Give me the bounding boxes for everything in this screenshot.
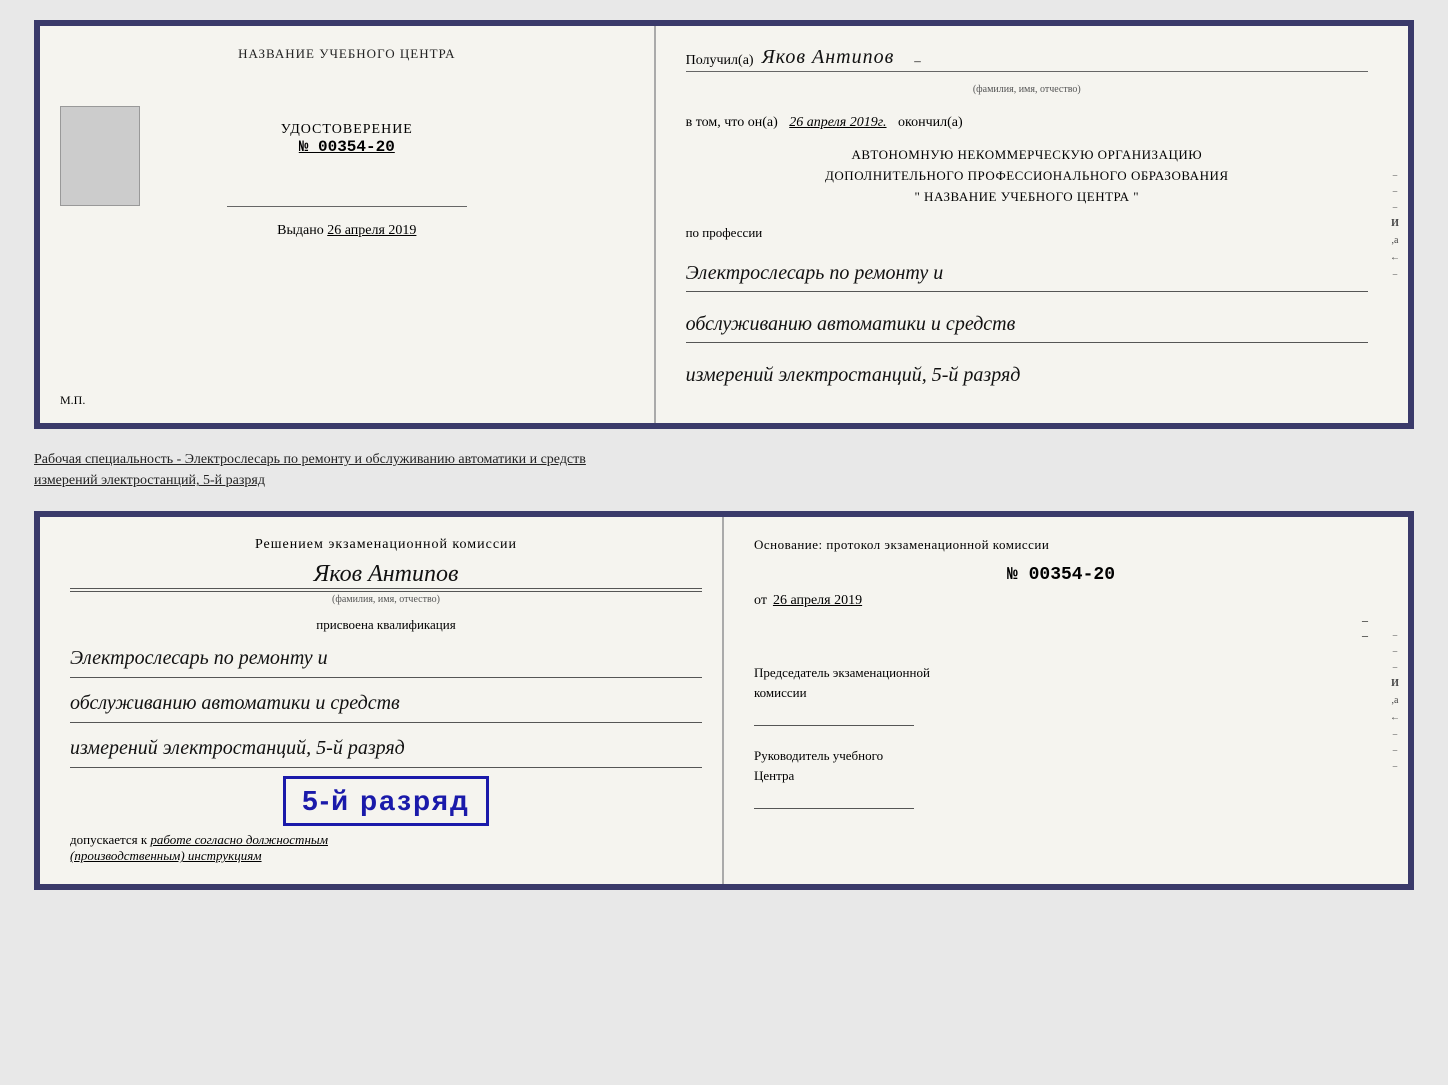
received-row: Получил(а) Яков Антипов –	[686, 46, 1368, 72]
allowed-value: работе согласно должностным	[150, 832, 328, 847]
side-dash4: –	[1393, 269, 1398, 279]
rank-badge: 5-й разряд	[283, 776, 489, 826]
bottom-side-dash3: –	[1393, 662, 1398, 672]
bottom-side-dash6: –	[1393, 761, 1398, 771]
chairman-title: Председатель экзаменационной комиссии	[754, 663, 1368, 702]
right-side-deco-bottom: – – – И ,а ← – – –	[1384, 517, 1406, 884]
bottom-side-dash2: –	[1393, 646, 1398, 656]
middle-label: Рабочая специальность - Электрослесарь п…	[34, 445, 1414, 495]
mp-label: М.П.	[60, 393, 85, 408]
bottom-right-panel: Основание: протокол экзаменационной коми…	[724, 517, 1408, 884]
bottom-side-letter-a: ,а	[1392, 695, 1399, 706]
chairman-signature-line	[754, 706, 914, 726]
cert-text-row: в том, что он(а) 26 апреля 2019г. окончи…	[686, 115, 1368, 131]
bottom-side-dash4: –	[1393, 729, 1398, 739]
bottom-side-arrow: ←	[1390, 712, 1400, 723]
qual-line2: обслуживанию автоматики и средств	[70, 684, 702, 723]
cert-text: в том, что он(а)	[686, 115, 778, 130]
issued-date: Выдано 26 апреля 2019	[277, 223, 416, 239]
allowed-row: допускается к работе согласно должностны…	[70, 832, 702, 848]
basis-section: Основание: протокол экзаменационной коми…	[754, 537, 1368, 553]
right-dash2: –	[754, 628, 1368, 643]
right-dash1: –	[754, 613, 1368, 628]
top-left-title: НАЗВАНИЕ УЧЕБНОГО ЦЕНТРА	[238, 46, 455, 62]
cert-number: № 00354-20	[281, 138, 413, 156]
org-block: АВТОНОМНУЮ НЕКОММЕРЧЕСКУЮ ОРГАНИЗАЦИЮ ДО…	[686, 145, 1368, 207]
bottom-side-letter-i: И	[1391, 678, 1399, 689]
side-letter-i: И	[1391, 218, 1399, 229]
right-side-deco: – – – И ,а ← –	[1384, 26, 1406, 423]
profession-line1: Электрослесарь по ремонту и	[686, 255, 1368, 292]
photo-placeholder	[60, 106, 140, 206]
protocol-date-row: от 26 апреля 2019	[754, 593, 1368, 609]
finished-label: окончил(а)	[898, 115, 963, 130]
issued-date-value: 26 апреля 2019	[327, 223, 416, 238]
allowed-prefix: допускается к	[70, 832, 147, 847]
protocol-date-value: 26 апреля 2019	[773, 593, 862, 609]
bottom-document: Решением экзаменационной комиссии Яков А…	[34, 511, 1414, 890]
bottom-name: Яков Антипов	[70, 561, 702, 589]
side-dash2: –	[1393, 186, 1398, 196]
recipient-name: Яков Антипов	[762, 46, 895, 69]
profession-label: по профессии	[686, 225, 1368, 241]
side-dash3: –	[1393, 202, 1398, 212]
side-dash1: –	[1393, 170, 1398, 180]
side-arrow: ←	[1390, 252, 1400, 263]
cert-date: 26 апреля 2019г.	[789, 115, 886, 130]
bottom-side-dash1: –	[1393, 630, 1398, 640]
chairman-section: Председатель экзаменационной комиссии	[754, 663, 1368, 726]
bottom-left-panel: Решением экзаменационной комиссии Яков А…	[40, 517, 724, 884]
dash: –	[914, 53, 921, 69]
assigned-label: присвоена квалификация	[70, 617, 702, 633]
top-left-panel: НАЗВАНИЕ УЧЕБНОГО ЦЕНТРА УДОСТОВЕРЕНИЕ №…	[40, 26, 656, 423]
date-from-label: от	[754, 593, 767, 609]
side-letter-a: ,а	[1392, 235, 1399, 246]
protocol-number: № 00354-20	[754, 565, 1368, 585]
cert-label: УДОСТОВЕРЕНИЕ	[281, 122, 413, 138]
qual-line1: Электрослесарь по ремонту и	[70, 639, 702, 678]
org-line3: " НАЗВАНИЕ УЧЕБНОГО ЦЕНТРА "	[686, 187, 1368, 208]
fio-sub-top: (фамилия, имя, отчество)	[686, 84, 1368, 95]
issued-label: Выдано	[277, 223, 324, 238]
head-signature-line	[754, 789, 914, 809]
received-label: Получил(а)	[686, 53, 754, 69]
head-section: Руководитель учебного Центра	[754, 746, 1368, 809]
qual-line3: измерений электростанций, 5-й разряд	[70, 729, 702, 768]
top-right-panel: Получил(а) Яков Антипов – (фамилия, имя,…	[656, 26, 1408, 423]
head-title: Руководитель учебного Центра	[754, 746, 1368, 785]
decision-title: Решением экзаменационной комиссии	[70, 537, 702, 553]
rank-badge-container: 5-й разряд	[70, 776, 702, 826]
allowed-value2: (производственным) инструкциям	[70, 848, 702, 864]
profession-line3: измерений электростанций, 5-й разряд	[686, 357, 1368, 393]
org-line2: ДОПОЛНИТЕЛЬНОГО ПРОФЕССИОНАЛЬНОГО ОБРАЗО…	[686, 166, 1368, 187]
org-line1: АВТОНОМНУЮ НЕКОММЕРЧЕСКУЮ ОРГАНИЗАЦИЮ	[686, 145, 1368, 166]
middle-text-line1: Рабочая специальность - Электрослесарь п…	[34, 452, 586, 467]
bottom-name-row: Яков Антипов	[70, 561, 702, 592]
bottom-side-dash5: –	[1393, 745, 1398, 755]
cert-section: УДОСТОВЕРЕНИЕ № 00354-20	[281, 122, 413, 156]
fio-sub-bottom: (фамилия, имя, отчество)	[70, 594, 702, 605]
middle-text-line2: измерений электростанций, 5-й разряд	[34, 473, 265, 488]
profession-line2: обслуживанию автоматики и средств	[686, 306, 1368, 343]
top-document: НАЗВАНИЕ УЧЕБНОГО ЦЕНТРА УДОСТОВЕРЕНИЕ №…	[34, 20, 1414, 429]
